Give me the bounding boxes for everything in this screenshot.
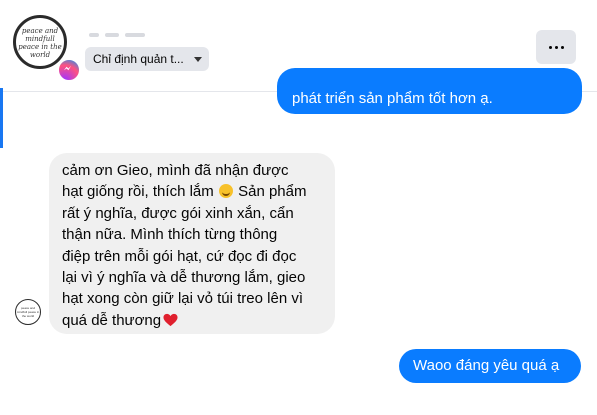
message-line: thận nữa. Mình thích từng thông: [62, 226, 278, 244]
messenger-icon: [57, 58, 81, 82]
caret-down-icon: [194, 56, 202, 62]
message-line: rất ý nghĩa, được gói xinh xắn, cẩn: [62, 204, 294, 222]
outgoing-message[interactable]: phát triển sản phẩm tốt hơn ạ.: [277, 68, 582, 114]
contact-name-redacted: [89, 24, 159, 42]
message-line: cảm ơn Gieo, mình đã nhận được: [62, 162, 289, 179]
page-avatar[interactable]: peace and mindfull peace in the world: [13, 15, 67, 69]
smiling-face-emoji: [218, 184, 233, 199]
avatar-logo: peace and mindfull peace in the world: [18, 27, 62, 59]
more-options-button[interactable]: [536, 30, 576, 64]
selection-accent: [0, 88, 3, 148]
composer-area: [0, 396, 597, 415]
more-dots-icon: [548, 45, 552, 49]
message-line: hạt xong còn giữ lại vỏ túi treo lên vì: [62, 290, 304, 308]
message-line: hạt giống rồi, thích lắm Sản phẩm: [62, 183, 307, 201]
incoming-message[interactable]: cảm ơn Gieo, mình đã nhận được hạt giống…: [49, 153, 335, 334]
sender-avatar[interactable]: peace and mindfull peace in the world: [15, 299, 41, 325]
message-line: quá dễ thương: [62, 310, 325, 331]
assign-dropdown[interactable]: Chỉ định quản t...: [85, 47, 209, 71]
red-heart-emoji: [163, 313, 178, 326]
assign-label: Chỉ định quản t...: [93, 52, 184, 66]
message-line: lại vì ý nghĩa và dễ thương lắm, gieo: [62, 269, 306, 287]
message-line: điệp trên mỗi gói hạt, cứ đọc đi đọc: [62, 247, 297, 265]
outgoing-message[interactable]: Waoo đáng yêu quá ạ: [399, 349, 581, 383]
avatar-logo: peace and mindfull peace in the world: [16, 306, 40, 318]
